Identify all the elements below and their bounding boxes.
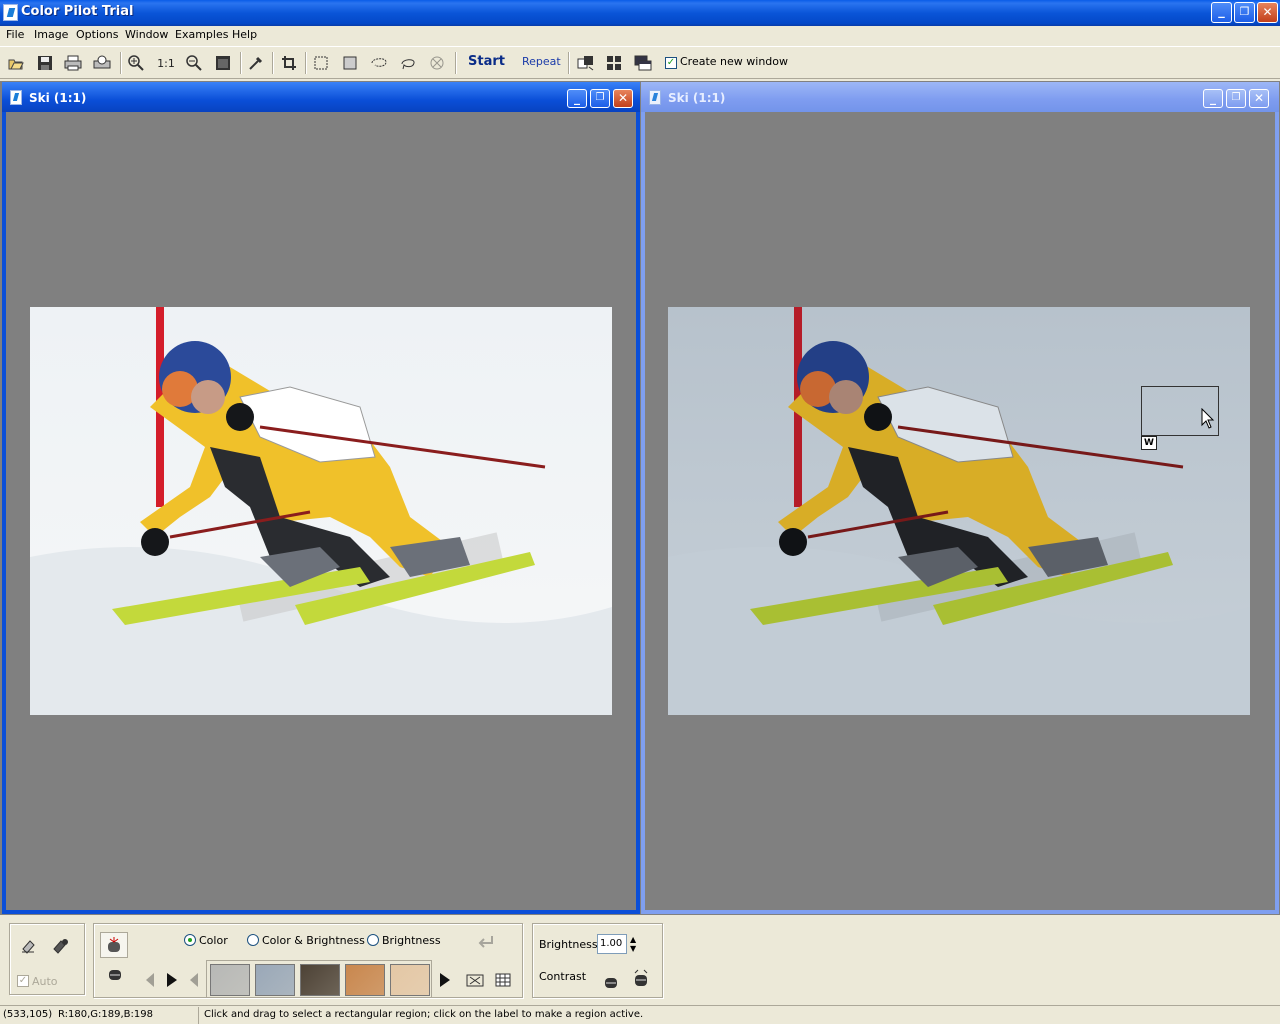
levels-tool-icon[interactable] [100,932,128,958]
ski-photo-corrected[interactable] [668,307,1250,715]
bottom-panel: ✓ Auto Color Color & Brightness Brightne… [0,915,1280,1005]
print-preview-icon[interactable] [92,53,112,73]
prev-swatch-icon[interactable] [140,970,160,990]
swatch-orange[interactable] [345,964,385,996]
return-icon[interactable] [476,932,496,952]
status-rgb: R:180,G:189,B:198 [58,1009,153,1020]
status-coords: (533,105) [3,1009,53,1020]
child-minimize-button[interactable]: _ [567,89,587,108]
image-window-titlebar-corrected[interactable]: Ski (1:1) _ ❐ ✕ [641,82,1279,112]
child-minimize-button-corrected[interactable]: _ [1203,89,1223,108]
minimize-button[interactable]: _ [1211,2,1232,23]
zoom-out-icon[interactable] [184,53,204,73]
auto-correct-icon[interactable] [50,936,70,956]
save-icon[interactable] [35,53,55,73]
menu-image[interactable]: Image [34,28,68,41]
auto-checkbox[interactable]: ✓ [17,975,29,987]
menu-window[interactable]: Window [125,28,168,41]
image-window-original[interactable]: Ski (1:1) _ ❐ ✕ [2,82,640,914]
mode-color-label: Color [199,934,228,947]
create-new-window-label: Create new window [680,55,789,68]
toolbar: 1:1 Start Repeat ✓ Create new window [0,46,1280,79]
print-icon[interactable] [63,53,83,73]
image-canvas-corrected[interactable]: W [645,112,1275,910]
deselect-icon[interactable] [427,53,447,73]
correction-mode-group: Color Color & Brightness Brightness [93,923,523,998]
contrast-decrease-icon[interactable] [601,972,621,992]
contrast-label: Contrast [539,970,587,983]
auto-group: ✓ Auto [9,923,85,995]
ski-photo-original[interactable] [30,307,612,715]
app-window: Color Pilot Trial _ ❐ ✕ File Image Optio… [0,0,1280,1024]
repeat-button[interactable]: Repeat [522,55,561,68]
tile-windows-icon[interactable] [604,53,624,73]
brightness-input[interactable]: 1.00 [597,934,627,954]
status-hint: Click and drag to select a rectangular r… [204,1009,644,1020]
swatch-dark-brown[interactable] [300,964,340,996]
clear-swatches-icon[interactable] [465,970,485,990]
brightness-label: Brightness [539,938,598,951]
menu-file[interactable]: File [6,28,24,41]
crop-icon[interactable] [279,53,299,73]
fit-window-icon[interactable] [213,53,233,73]
swatch-table-icon[interactable] [493,970,513,990]
zoom-1-1-button[interactable]: 1:1 [155,53,177,73]
eraser-icon[interactable] [18,936,38,956]
mode-brightness-radio[interactable] [367,934,379,946]
swatch-gray[interactable] [210,964,250,996]
image-canvas[interactable] [6,112,636,910]
menu-examples[interactable]: Examples [175,28,228,41]
status-bar: (533,105) R:180,G:189,B:198 Click and dr… [0,1005,1280,1024]
menu-options[interactable]: Options [76,28,118,41]
play-icon[interactable] [162,970,182,990]
create-new-window-checkbox[interactable]: ✓ [665,57,677,69]
child-close-button-corrected[interactable]: ✕ [1249,89,1269,108]
image-window-titlebar[interactable]: Ski (1:1) _ ❐ ✕ [2,82,640,112]
mode-color-radio[interactable] [184,934,196,946]
brightness-spinner[interactable]: ▲ ▼ [630,935,636,953]
image-window-title-corrected: Ski (1:1) [668,91,726,105]
swatch-blue-gray[interactable] [255,964,295,996]
lasso-icon[interactable] [398,53,418,73]
close-button[interactable]: ✕ [1257,2,1278,23]
select-rect-filled-icon[interactable] [340,53,360,73]
next-page-icon[interactable] [435,970,455,990]
start-button[interactable]: Start [468,54,505,69]
auto-label: Auto [32,975,58,988]
image-window-corrected[interactable]: Ski (1:1) _ ❐ ✕ W [641,82,1279,914]
child-maximize-button-corrected[interactable]: ❐ [1226,89,1246,108]
document-icon [10,90,22,105]
mode-color-brightness-radio[interactable] [247,934,259,946]
compare-windows-icon[interactable] [576,53,596,73]
window-title: Color Pilot Trial [21,4,134,19]
select-lasso-icon[interactable] [369,53,389,73]
mode-brightness-label: Brightness [382,934,441,947]
document-icon-corrected [649,90,661,105]
title-bar[interactable]: Color Pilot Trial _ ❐ ✕ [0,0,1280,26]
balance-tool-icon[interactable] [105,964,125,984]
child-close-button[interactable]: ✕ [613,89,633,108]
cascade-windows-icon[interactable] [633,53,653,73]
mouse-cursor-icon [1201,408,1215,429]
selection-region-label[interactable]: W [1141,436,1157,450]
swatch-skin[interactable] [390,964,430,996]
eyedropper-icon[interactable] [246,53,266,73]
open-icon[interactable] [6,53,26,73]
image-window-title: Ski (1:1) [29,91,87,105]
prev-page-icon[interactable] [184,970,204,990]
restore-button[interactable]: ❐ [1234,2,1255,23]
zoom-in-icon[interactable] [126,53,146,73]
contrast-increase-icon[interactable] [631,968,651,988]
mode-color-brightness-label: Color & Brightness [262,934,365,947]
child-maximize-button[interactable]: ❐ [590,89,610,108]
app-icon[interactable] [3,4,18,21]
select-rect-icon[interactable] [311,53,331,73]
menu-bar: File Image Options Window Examples Help [0,26,1280,44]
menu-help[interactable]: Help [232,28,257,41]
